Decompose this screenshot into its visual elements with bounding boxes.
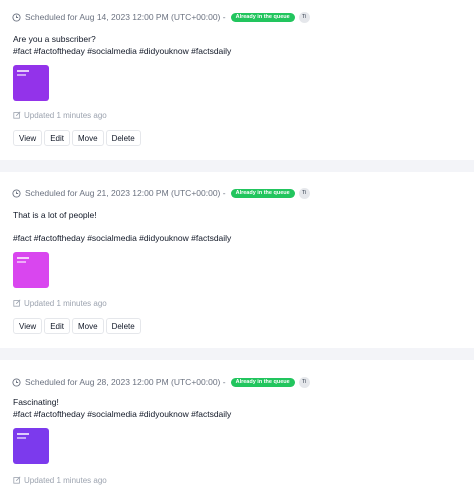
post-hashtags: #fact #factoftheday #socialmedia #didyou… xyxy=(13,233,232,243)
post-hashtags: #fact #factoftheday #socialmedia #didyou… xyxy=(13,409,232,419)
clock-icon xyxy=(12,377,21,387)
account-avatar[interactable]: Ti xyxy=(298,187,310,199)
delete-button[interactable]: Delete xyxy=(105,318,141,334)
schedule-line: Scheduled for Aug 28, 2023 12:00 PM (UTC… xyxy=(12,374,310,390)
updated-text: Updated 1 minutes ago xyxy=(24,475,107,485)
post-actions: View Edit Move Delete xyxy=(13,318,143,334)
account-avatar[interactable]: Ti xyxy=(298,376,310,388)
edit-icon xyxy=(13,299,21,307)
updated-text: Updated 1 minutes ago xyxy=(24,110,107,120)
account-avatar[interactable]: Ti xyxy=(298,11,310,23)
status-badge: Already in the queue xyxy=(230,377,295,387)
separator xyxy=(0,348,474,360)
edit-icon xyxy=(13,476,21,484)
updated-line: Updated 1 minutes ago xyxy=(13,109,107,121)
schedule-text: Scheduled for Aug 28, 2023 12:00 PM (UTC… xyxy=(25,377,226,387)
post-hashtags: #fact #factoftheday #socialmedia #didyou… xyxy=(13,46,232,56)
updated-line: Updated 1 minutes ago xyxy=(13,474,107,486)
edit-button[interactable]: Edit xyxy=(44,130,70,146)
status-badge: Already in the queue xyxy=(230,12,295,22)
post-image-thumbnail[interactable] xyxy=(13,428,49,464)
updated-text: Updated 1 minutes ago xyxy=(24,298,107,308)
edit-icon xyxy=(13,111,21,119)
clock-icon xyxy=(12,188,21,198)
post-image-thumbnail[interactable] xyxy=(13,252,49,288)
edit-button[interactable]: Edit xyxy=(44,318,70,334)
schedule-line: Scheduled for Aug 21, 2023 12:00 PM (UTC… xyxy=(12,185,310,201)
move-button[interactable]: Move xyxy=(72,130,104,146)
schedule-text: Scheduled for Aug 21, 2023 12:00 PM (UTC… xyxy=(25,188,226,198)
updated-line: Updated 1 minutes ago xyxy=(13,297,107,309)
status-badge: Already in the queue xyxy=(230,188,295,198)
schedule-line: Scheduled for Aug 14, 2023 12:00 PM (UTC… xyxy=(12,9,310,25)
post-text: That is a lot of people! xyxy=(13,210,97,220)
clock-icon xyxy=(12,12,21,22)
post-actions: View Edit Move Delete xyxy=(13,130,143,146)
separator xyxy=(0,160,474,172)
post-image-thumbnail[interactable] xyxy=(13,65,49,101)
schedule-text: Scheduled for Aug 14, 2023 12:00 PM (UTC… xyxy=(25,12,226,22)
delete-button[interactable]: Delete xyxy=(105,130,141,146)
move-button[interactable]: Move xyxy=(72,318,104,334)
view-button[interactable]: View xyxy=(13,130,43,146)
view-button[interactable]: View xyxy=(13,318,43,334)
